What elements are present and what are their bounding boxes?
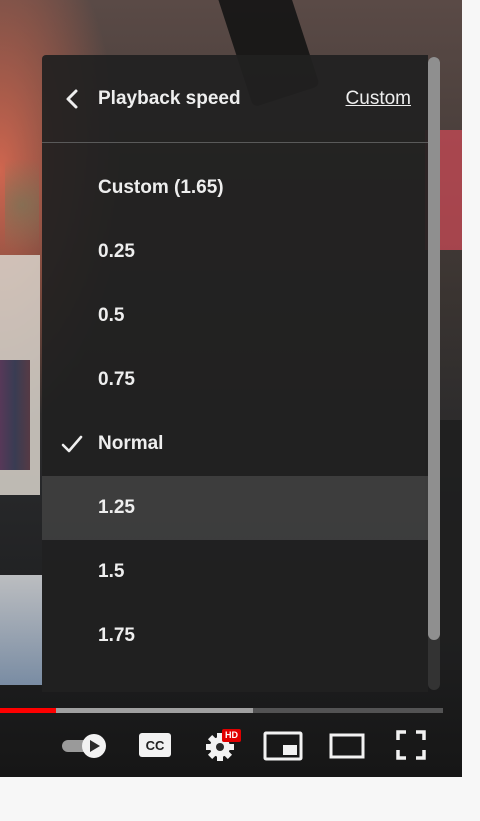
speed-option-label: 1.75 <box>98 625 135 646</box>
speed-option-1.25[interactable]: 1.25 <box>42 476 428 540</box>
autoplay-toggle-icon[interactable] <box>60 733 110 759</box>
menu-header: Playback speed Custom <box>42 55 428 143</box>
theater-mode-icon[interactable] <box>329 733 365 759</box>
speed-option-label: 0.5 <box>98 305 125 326</box>
progress-bar[interactable] <box>0 708 443 713</box>
miniplayer-icon[interactable] <box>263 731 303 761</box>
menu-scrollbar[interactable] <box>428 57 440 690</box>
background-scene <box>5 160 39 250</box>
fullscreen-icon[interactable] <box>396 730 426 760</box>
menu-scrollbar-thumb[interactable] <box>428 57 440 640</box>
background-scene <box>0 575 42 685</box>
background-scene <box>0 360 30 470</box>
speed-option-0.75[interactable]: 0.75 <box>42 348 428 412</box>
hd-badge: HD <box>222 729 241 742</box>
chevron-left-icon[interactable] <box>62 87 82 111</box>
cc-icon[interactable]: CC <box>138 732 172 758</box>
speed-option-0.25[interactable]: 0.25 <box>42 220 428 284</box>
speed-option-1.75[interactable]: 1.75 <box>42 604 428 668</box>
progress-played <box>0 708 56 713</box>
player-controls: CC HD <box>0 718 462 774</box>
video-player[interactable]: Playback speed Custom Custom (1.65) 0.25… <box>0 0 462 777</box>
speed-option-label: Normal <box>98 433 164 454</box>
speed-option-normal[interactable]: Normal <box>42 412 428 476</box>
checkmark-icon <box>61 435 83 453</box>
speed-option-label: 1.5 <box>98 561 125 582</box>
speed-option-0.5[interactable]: 0.5 <box>42 284 428 348</box>
speed-option-1.5[interactable]: 1.5 <box>42 540 428 604</box>
menu-title: Playback speed <box>98 88 241 109</box>
speed-option-label: Custom (1.65) <box>98 177 224 198</box>
playback-speed-menu: Playback speed Custom Custom (1.65) 0.25… <box>42 55 428 692</box>
speed-option-label: 1.25 <box>98 497 135 518</box>
svg-text:CC: CC <box>146 738 165 753</box>
speed-option-label: 0.75 <box>98 369 135 390</box>
custom-speed-link[interactable]: Custom <box>346 87 411 111</box>
speed-option-label: 0.25 <box>98 241 135 262</box>
speed-option-custom[interactable]: Custom (1.65) <box>42 156 428 220</box>
